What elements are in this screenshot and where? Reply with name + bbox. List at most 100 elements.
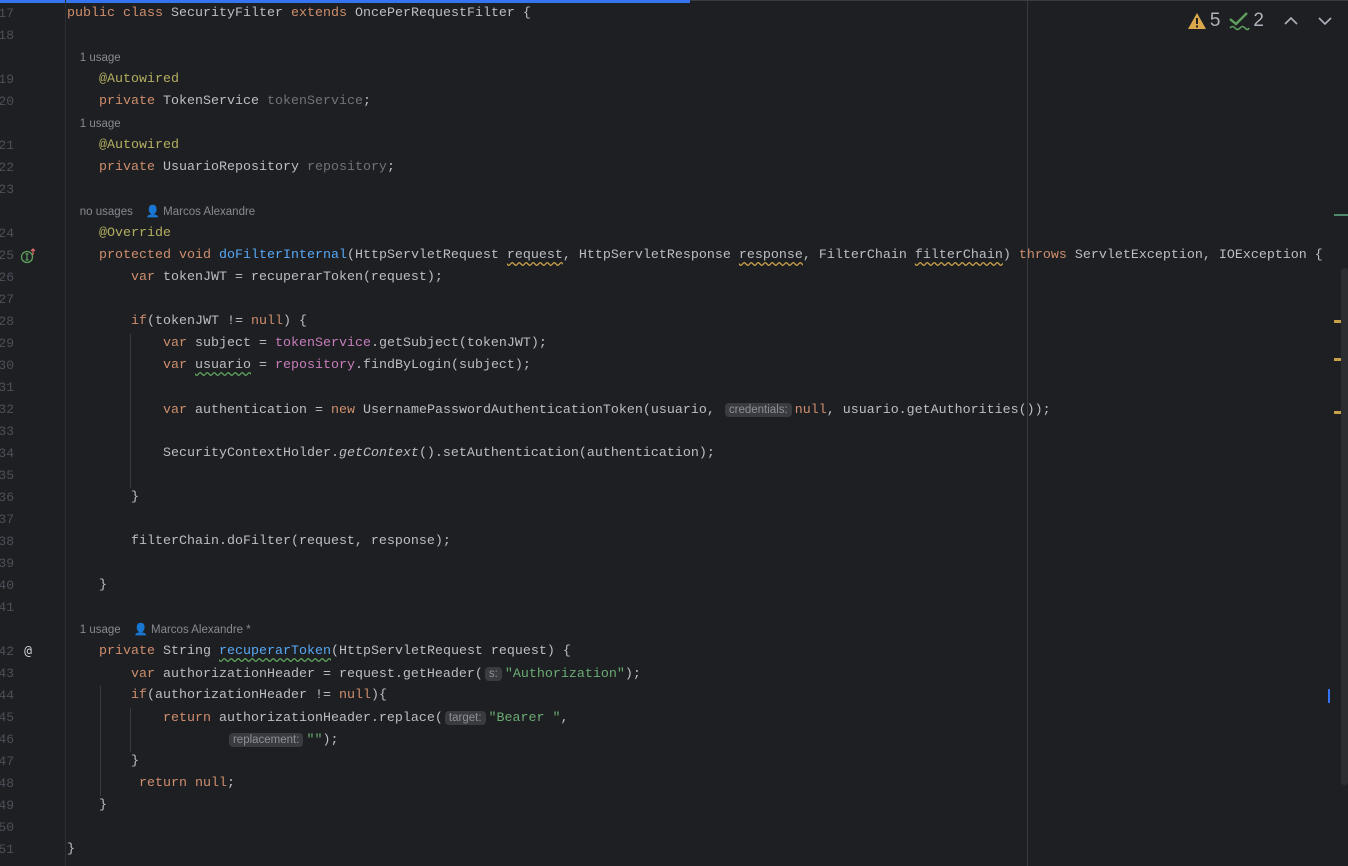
code-line: 33 <box>0 421 1348 443</box>
check-wavy-icon <box>1229 12 1251 31</box>
code-token: "" <box>306 733 323 748</box>
code-text: var subject = tokenService.getSubject(to… <box>67 333 547 355</box>
code-token: ); <box>624 667 641 682</box>
warnings-button[interactable]: 5 <box>1187 10 1221 32</box>
line-number[interactable]: 18 <box>0 25 14 47</box>
code-line: 24 @Override <box>0 223 1348 245</box>
code-editor[interactable]: 17 public class SecurityFilter extends On… <box>0 3 1348 861</box>
weak-warnings-button[interactable]: 2 <box>1228 10 1264 32</box>
code-lens[interactable]: 1 usage <box>0 113 1348 135</box>
code-token: ) { <box>282 314 307 329</box>
code-text: private UsuarioRepository repository; <box>67 157 395 179</box>
line-number[interactable]: 32 <box>0 399 14 421</box>
code-text: var usuario = repository.findByLogin(sub… <box>67 355 531 377</box>
line-number[interactable]: 34 <box>0 443 14 465</box>
code-line: 25 protected void doFilterInternal(HttpS… <box>0 245 1348 267</box>
code-token: request <box>506 248 563 263</box>
code-token: ().setAuthentication(authentication); <box>418 446 715 461</box>
code-line: 45 return authorizationHeader.replace(ta… <box>0 707 1348 729</box>
code-token: null <box>250 314 283 329</box>
line-number[interactable]: 38 <box>0 531 14 553</box>
line-number[interactable]: 35 <box>0 465 14 487</box>
code-lens[interactable]: no usages 👤 Marcos Alexandre <box>0 201 1348 223</box>
chevron-up-icon[interactable] <box>1278 12 1304 30</box>
line-number[interactable]: 27 <box>0 289 14 311</box>
line-number[interactable]: 39 <box>0 553 14 575</box>
line-number[interactable]: 25 <box>0 245 14 267</box>
line-number[interactable]: 47 <box>0 751 14 773</box>
line-number[interactable]: 30 <box>0 355 14 377</box>
line-number[interactable]: 20 <box>0 91 14 113</box>
line-number[interactable]: 49 <box>0 795 14 817</box>
code-token: "Bearer " <box>488 711 561 726</box>
code-lens[interactable]: 1 usage <box>0 47 1348 69</box>
code-lens[interactable]: 1 usage 👤 Marcos Alexandre * <box>0 619 1348 641</box>
line-number[interactable]: 28 <box>0 311 14 333</box>
line-number[interactable]: 22 <box>0 157 14 179</box>
line-number[interactable]: 45 <box>0 707 14 729</box>
code-text: SecurityContextHolder.getContext().setAu… <box>67 443 715 465</box>
line-number[interactable]: 21 <box>0 135 14 157</box>
line-number[interactable]: 37 <box>0 509 14 531</box>
code-line: 41 <box>0 597 1348 619</box>
line-number[interactable]: 40 <box>0 575 14 597</box>
code-line: 47 } <box>0 751 1348 773</box>
code-token: authorizationHeader.replace( <box>218 711 443 726</box>
line-number[interactable]: 46 <box>0 729 14 751</box>
line-number[interactable]: 50 <box>0 817 14 839</box>
inspection-widget[interactable]: 5 2 <box>1187 10 1338 32</box>
code-line: 22 private UsuarioRepository repository; <box>0 157 1348 179</box>
parameter-hint: credentials: <box>724 403 792 417</box>
line-number[interactable]: 43 <box>0 663 14 685</box>
code-token: tokenService <box>274 336 371 351</box>
code-line: 19 @Autowired <box>0 69 1348 91</box>
line-number[interactable]: 26 <box>0 267 14 289</box>
code-token: , FilterChain <box>802 248 915 263</box>
code-token: throws <box>1018 248 1075 263</box>
code-token: var <box>67 667 163 682</box>
code-token: repository <box>306 160 387 175</box>
usages-hint: 1 usage <box>67 118 121 130</box>
code-line: 35 <box>0 465 1348 487</box>
line-number[interactable]: 17 <box>0 3 14 25</box>
code-token: ServletException, IOException { <box>1074 248 1323 263</box>
code-line: 26 var tokenJWT = recuperarToken(request… <box>0 267 1348 289</box>
code-token: filterChain.doFilter(request, response); <box>67 534 451 549</box>
line-number[interactable]: 48 <box>0 773 14 795</box>
warning-count: 5 <box>1209 10 1221 31</box>
line-number[interactable]: 24 <box>0 223 14 245</box>
code-token: return <box>67 711 219 726</box>
code-token: = <box>250 358 275 373</box>
change-marker[interactable] <box>1334 214 1348 216</box>
code-line: 39 <box>0 553 1348 575</box>
code-text: var tokenJWT = recuperarToken(request); <box>67 267 443 289</box>
code-token: , <box>560 711 569 726</box>
usages-hint: 1 usage <box>67 52 121 64</box>
code-token: authorizationHeader = request.getHeader( <box>162 667 483 682</box>
line-number[interactable]: 29 <box>0 333 14 355</box>
vertical-scrollbar[interactable] <box>1341 268 1348 785</box>
code-token: protected void <box>67 248 219 263</box>
line-number[interactable]: 44 <box>0 685 14 707</box>
code-line: 51} <box>0 839 1348 861</box>
code-text: @Autowired <box>67 135 179 157</box>
line-number[interactable]: 51 <box>0 839 14 861</box>
implements-icon[interactable] <box>20 248 36 264</box>
line-number[interactable]: 41 <box>0 597 14 619</box>
line-number[interactable]: 19 <box>0 69 14 91</box>
at-icon[interactable]: @ <box>20 644 36 660</box>
code-token: SecurityFilter <box>170 6 291 21</box>
code-token: ){ <box>370 688 387 703</box>
parameter-hint: s: <box>484 667 502 681</box>
line-number[interactable]: 31 <box>0 377 14 399</box>
code-line: 44 if(authorizationHeader != null){ <box>0 685 1348 707</box>
code-token: @Override <box>67 226 171 241</box>
code-token: SecurityContextHolder. <box>67 446 339 461</box>
line-number[interactable]: 42 <box>0 641 14 663</box>
code-line: 30 var usuario = repository.findByLogin(… <box>0 355 1348 377</box>
code-token: OncePerRequestFilter { <box>354 6 531 21</box>
line-number[interactable]: 23 <box>0 179 14 201</box>
chevron-down-icon[interactable] <box>1312 12 1338 30</box>
line-number[interactable]: 36 <box>0 487 14 509</box>
line-number[interactable]: 33 <box>0 421 14 443</box>
